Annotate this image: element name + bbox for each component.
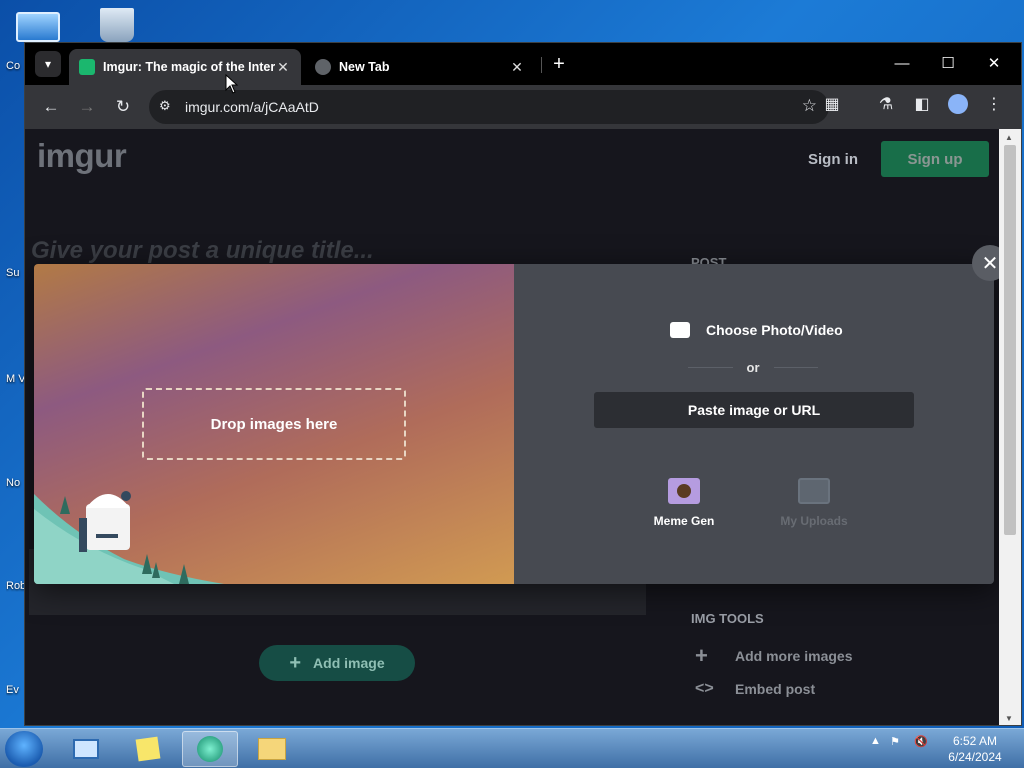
extensions-icon[interactable]: ▦ bbox=[819, 94, 845, 114]
imgur-favicon-icon bbox=[79, 59, 95, 75]
drop-zone[interactable]: Drop images here bbox=[142, 388, 406, 460]
tray-expand-icon[interactable]: ▲ bbox=[870, 735, 881, 747]
or-divider: or bbox=[688, 360, 818, 375]
desktop-icon-label[interactable]: Rob bbox=[6, 580, 24, 592]
plus-icon: + bbox=[289, 651, 302, 674]
my-uploads-icon bbox=[798, 478, 830, 504]
plus-icon: + bbox=[695, 643, 708, 668]
profile-avatar-icon[interactable] bbox=[945, 94, 971, 119]
tab-imgur[interactable]: Imgur: The magic of the Intern ✕ bbox=[69, 49, 301, 85]
page-viewport: imgur Sign in Sign up Give your post a u… bbox=[25, 129, 1001, 725]
taskbar-remote-desktop-icon[interactable] bbox=[58, 731, 114, 767]
choose-label: Choose Photo/Video bbox=[706, 322, 843, 338]
more-menu-icon[interactable]: ⋮ bbox=[981, 94, 1007, 114]
desktop-icon-label[interactable]: Ev bbox=[6, 684, 24, 696]
close-window-icon[interactable]: ✕ bbox=[971, 49, 1017, 77]
choose-photo-video-button[interactable]: Choose Photo/Video bbox=[670, 322, 843, 338]
upload-modal: Drop images here Choose Photo/Video or P… bbox=[34, 264, 994, 584]
scrollbar-thumb[interactable] bbox=[1004, 145, 1016, 535]
taskbar-file-explorer-icon[interactable] bbox=[244, 731, 300, 767]
forward-arrow-icon[interactable]: → bbox=[73, 93, 101, 121]
labs-flask-icon[interactable]: ⚗ bbox=[873, 94, 899, 114]
image-icon bbox=[670, 322, 690, 338]
divider-line bbox=[773, 367, 818, 368]
desktop-icon-label[interactable]: Su bbox=[6, 267, 24, 279]
meme-gen-label: Meme Gen bbox=[653, 514, 715, 528]
recycle-bin-icon[interactable] bbox=[100, 8, 134, 42]
new-tab-plus-icon[interactable]: + bbox=[547, 53, 571, 76]
volume-muted-icon[interactable]: 🔇 bbox=[914, 735, 928, 748]
add-image-button[interactable]: + Add image bbox=[259, 645, 415, 681]
maximize-icon[interactable]: ☐ bbox=[925, 49, 971, 77]
sign-up-button[interactable]: Sign up bbox=[881, 141, 989, 177]
site-settings-icon[interactable]: ⚙ bbox=[159, 98, 171, 114]
close-modal-icon[interactable]: ✕ bbox=[972, 245, 1001, 281]
drop-area[interactable]: Drop images here bbox=[34, 264, 514, 584]
add-image-label: Add image bbox=[313, 655, 385, 671]
meme-gen-icon bbox=[668, 478, 700, 504]
upload-options: Choose Photo/Video or Paste image or URL… bbox=[514, 264, 994, 584]
embed-post-item[interactable]: <> Embed post bbox=[695, 680, 815, 698]
system-clock[interactable]: 6:52 AM 6/24/2024 bbox=[940, 733, 1010, 765]
tab-title: Imgur: The magic of the Intern bbox=[103, 60, 275, 74]
add-more-images-item[interactable]: + Add more images bbox=[695, 643, 852, 669]
tab-divider bbox=[541, 57, 542, 73]
browser-window: ▾ Imgur: The magic of the Intern ✕ New T… bbox=[24, 42, 1022, 726]
desktop-icon-label[interactable]: No bbox=[6, 477, 24, 489]
meme-gen-tile[interactable]: Meme Gen bbox=[634, 478, 734, 528]
tab-search-button[interactable]: ▾ bbox=[35, 51, 61, 77]
address-bar[interactable]: ⚙ imgur.com/a/jCAaAtD ☆ bbox=[149, 90, 829, 124]
paste-image-url-button[interactable]: Paste image or URL bbox=[594, 392, 914, 428]
side-panel-icon[interactable]: ◧ bbox=[909, 94, 935, 114]
computer-icon[interactable] bbox=[16, 12, 60, 42]
globe-icon bbox=[315, 59, 331, 75]
taskbar-browser-icon[interactable] bbox=[182, 731, 238, 767]
imgur-logo[interactable]: imgur bbox=[37, 137, 127, 175]
chevron-down-icon: ▾ bbox=[44, 57, 52, 71]
tool-label: Add more images bbox=[735, 648, 853, 664]
scroll-up-arrow-icon[interactable]: ▲ bbox=[1005, 133, 1013, 142]
start-button[interactable] bbox=[5, 731, 43, 767]
tab-new-tab[interactable]: New Tab ✕ bbox=[305, 49, 535, 85]
clock-date: 6/24/2024 bbox=[948, 750, 1002, 764]
divider-line bbox=[688, 367, 733, 368]
action-center-flag-icon[interactable]: ⚑ bbox=[890, 735, 900, 748]
browser-toolbar: ← → ↻ ⚙ imgur.com/a/jCAaAtD ☆ ▦ ⚗ ◧ ⋮ bbox=[25, 85, 1021, 129]
scroll-down-arrow-icon[interactable]: ▼ bbox=[1005, 714, 1013, 723]
post-title-input[interactable]: Give your post a unique title... bbox=[31, 237, 374, 265]
page-scrollbar[interactable]: ▲ ▼ bbox=[999, 129, 1021, 725]
img-tools-label: IMG TOOLS bbox=[691, 611, 764, 626]
close-tab-icon[interactable]: ✕ bbox=[509, 59, 525, 76]
sign-in-link[interactable]: Sign in bbox=[808, 151, 858, 168]
close-tab-icon[interactable]: ✕ bbox=[275, 59, 291, 76]
desktop-icon-label[interactable]: Co bbox=[6, 60, 24, 72]
clock-time: 6:52 AM bbox=[952, 734, 998, 748]
tool-label: Embed post bbox=[735, 681, 816, 697]
taskbar: ▲ ⚑ 🔇 6:52 AM 6/24/2024 bbox=[0, 728, 1024, 768]
reload-icon[interactable]: ↻ bbox=[109, 93, 137, 121]
observatory-illustration bbox=[34, 491, 224, 584]
my-uploads-tile[interactable]: My Uploads bbox=[764, 478, 864, 528]
mouse-cursor-icon bbox=[225, 74, 239, 94]
desktop-icon-label[interactable]: M Vis bbox=[6, 373, 24, 385]
or-text: or bbox=[746, 360, 760, 375]
code-icon: <> bbox=[695, 680, 714, 697]
bookmark-star-icon[interactable]: ☆ bbox=[802, 96, 817, 116]
taskbar-sticky-notes-icon[interactable] bbox=[120, 731, 176, 767]
tab-title: New Tab bbox=[339, 60, 390, 74]
minimize-icon[interactable]: — bbox=[879, 49, 925, 77]
back-arrow-icon[interactable]: ← bbox=[37, 93, 65, 121]
url-text[interactable]: imgur.com/a/jCAaAtD bbox=[185, 99, 319, 115]
my-uploads-label: My Uploads bbox=[780, 514, 848, 528]
tab-strip: ▾ Imgur: The magic of the Intern ✕ New T… bbox=[25, 43, 1021, 85]
